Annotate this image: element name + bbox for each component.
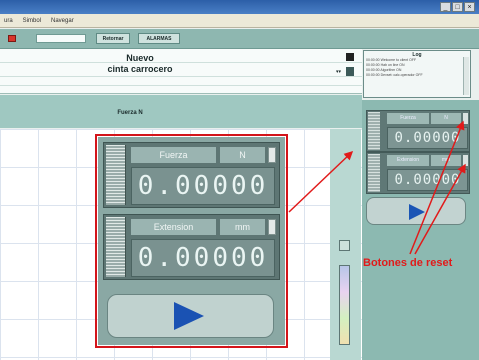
force-label: Fuerza <box>387 113 429 124</box>
extension-value: 0.00000 <box>131 239 275 277</box>
extension-reset-button[interactable] <box>463 155 468 166</box>
chevron-down-icon[interactable]: ▾▾ <box>336 69 341 75</box>
dropdown-button[interactable] <box>346 67 354 76</box>
toolbox-icon[interactable] <box>339 265 350 345</box>
force-reset-button[interactable] <box>268 147 276 163</box>
force-value: 0.00000 <box>387 127 468 149</box>
log-panel: Log 00:00:00 Welcome to client OFF 00:00… <box>363 50 471 98</box>
save-icon[interactable] <box>346 53 354 61</box>
force-label: Fuerza <box>131 147 216 163</box>
force-value: 0.00000 <box>131 167 275 205</box>
force-widget-small: Fuerza N 0.00000 <box>366 110 470 152</box>
menu-bar: ura Simbol Navegar <box>0 14 479 28</box>
log-entry: 00:00:00 Devset: calc.operador OFF <box>366 73 423 77</box>
return-button[interactable]: Retornar <box>96 33 130 44</box>
divider <box>0 85 362 86</box>
close-icon[interactable]: × <box>464 2 475 12</box>
extension-label: Extension <box>387 155 429 166</box>
extension-label: Extension <box>131 219 216 235</box>
force-unit[interactable]: N <box>431 113 461 124</box>
start-button[interactable] <box>107 294 274 338</box>
maximize-icon[interactable]: □ <box>452 2 463 12</box>
extension-value: 0.00000 <box>387 169 468 191</box>
play-icon <box>409 204 425 220</box>
log-scrollbar[interactable] <box>463 57 469 95</box>
minimize-icon[interactable]: _ <box>440 2 451 12</box>
force-unit[interactable]: N <box>220 147 265 163</box>
drag-handle[interactable] <box>368 154 380 192</box>
toolbar: Retornar ALARMAS <box>0 29 479 49</box>
extension-reset-button[interactable] <box>268 219 276 235</box>
drag-handle[interactable] <box>106 217 126 277</box>
alarms-button[interactable]: ALARMAS <box>138 33 180 44</box>
zoom-icon[interactable] <box>339 240 350 251</box>
graph-title: Fuerza N <box>117 110 143 116</box>
window-titlebar <box>0 0 479 14</box>
extension-widget: Extension mm 0.00000 <box>103 214 280 280</box>
force-widget: Fuerza N 0.00000 <box>103 142 280 208</box>
toolbar-field[interactable] <box>36 34 86 43</box>
page-subtitle: cinta carrocero <box>107 64 173 74</box>
stop-indicator[interactable] <box>8 35 16 42</box>
menu-item[interactable]: Simbol <box>23 18 41 24</box>
annotation-label: Botones de reset <box>363 257 453 269</box>
page-title: Nuevo <box>126 53 154 63</box>
play-icon <box>174 302 204 330</box>
drag-handle[interactable] <box>368 112 380 150</box>
log-list: 00:00:00 Welcome to client OFF 00:00:00 … <box>366 58 460 78</box>
window-controls: _ □ × <box>440 2 475 12</box>
menu-item[interactable]: ura <box>4 18 13 24</box>
start-button-small[interactable] <box>366 197 466 225</box>
divider <box>0 76 362 77</box>
extension-widget-small: Extension mm 0.00000 <box>366 152 470 194</box>
extension-unit[interactable]: mm <box>220 219 265 235</box>
extension-unit[interactable]: mm <box>431 155 461 166</box>
drag-handle[interactable] <box>106 145 126 205</box>
force-reset-button[interactable] <box>463 113 468 124</box>
menu-item[interactable]: Navegar <box>51 18 74 24</box>
